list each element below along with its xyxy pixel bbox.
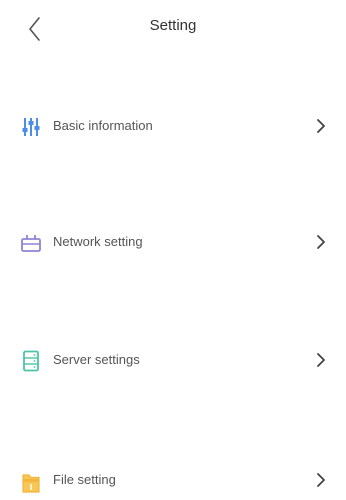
- chevron-right-icon: [314, 117, 328, 135]
- sliders-icon: [20, 116, 42, 138]
- item-label-server-settings: Server settings: [53, 352, 140, 367]
- page-title: Setting: [149, 17, 197, 34]
- file-setting-item[interactable]: File setting: [0, 460, 346, 500]
- item-label-network-setting: Network setting: [53, 234, 143, 249]
- chevron-right-icon: [314, 471, 328, 489]
- server-icon: [20, 350, 42, 372]
- top-bar: Setting: [0, 0, 346, 60]
- network-setting-item[interactable]: Network setting: [0, 222, 346, 262]
- chevron-right-icon: [314, 351, 328, 369]
- folder-icon: [20, 470, 42, 493]
- server-settings-item[interactable]: Server settings: [0, 340, 346, 380]
- item-label-basic-information: Basic information: [53, 118, 153, 133]
- basic-information-item[interactable]: Basic information: [0, 106, 346, 146]
- item-label-file-setting: File setting: [53, 472, 116, 487]
- network-icon: [20, 232, 42, 254]
- chevron-right-icon: [314, 233, 328, 251]
